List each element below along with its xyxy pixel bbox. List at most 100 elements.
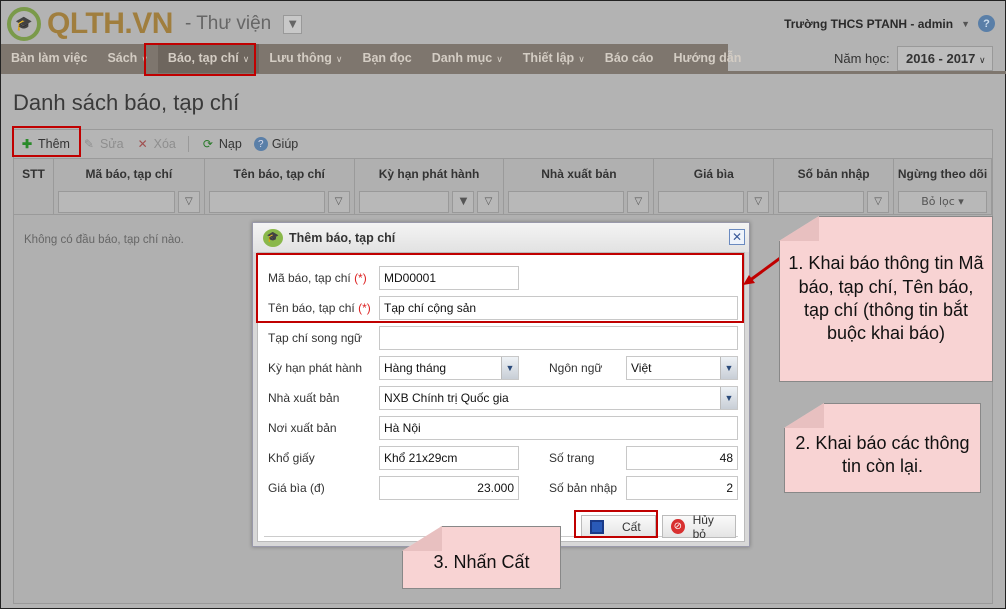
column-title: Tên báo, tạp chí	[233, 167, 325, 181]
user-name[interactable]: Trường THCS PTANH - admin	[784, 17, 953, 31]
publisher-select[interactable]: NXB Chính trị Quốc gia ▼	[379, 386, 738, 410]
pages-input[interactable]: 48	[626, 446, 738, 470]
nav-item[interactable]: Thiết lập ∨	[513, 44, 595, 73]
nav-item[interactable]: Bàn làm việc	[1, 44, 97, 73]
filter-input[interactable]	[658, 191, 745, 213]
nav-item-label: Sách	[107, 51, 138, 65]
user-menu[interactable]: Trường THCS PTANH - admin ▼ ?	[784, 15, 995, 32]
column-header[interactable]: Số bản nhập ▽	[774, 159, 895, 214]
nav-item-label: Lưu thông	[269, 51, 332, 65]
school-year-label: Năm học:	[834, 51, 890, 66]
filter-dropdown[interactable]: Bỏ lọc ▾	[898, 191, 987, 213]
reload-button[interactable]: ⟳ Nạp	[201, 137, 242, 151]
column-title: Mã báo, tạp chí	[85, 167, 173, 181]
filter-input[interactable]	[508, 191, 625, 213]
language-label: Ngôn ngữ	[549, 361, 603, 375]
close-icon[interactable]: ✕	[729, 229, 745, 245]
help-icon[interactable]: ?	[978, 15, 995, 32]
delete-icon: ✕	[137, 137, 148, 151]
filter-icon[interactable]: ▽	[747, 191, 770, 213]
nav-item[interactable]: Hướng dẫn	[663, 44, 751, 73]
chevron-down-icon: ∨	[496, 54, 503, 64]
column-title: Kỳ hạn phát hành	[378, 167, 480, 181]
nav-item-label: Bàn làm việc	[11, 51, 88, 65]
filter-input[interactable]	[57, 191, 175, 213]
size-label: Khổ giấy	[268, 451, 315, 465]
caret-down-icon[interactable]: ▼	[961, 19, 970, 29]
filter-input[interactable]	[208, 191, 325, 213]
bilingual-input[interactable]	[379, 326, 738, 350]
cancel-icon: ⊘	[671, 519, 685, 534]
column-header[interactable]: Kỳ hạn phát hành ▼ ▽	[355, 159, 505, 214]
size-input[interactable]: Khổ 21x29cm	[379, 446, 519, 470]
pages-label: Số trang	[549, 451, 595, 465]
delete-button[interactable]: ✕ Xóa	[136, 137, 176, 151]
cancel-button[interactable]: ⊘ Hủy bỏ	[662, 512, 736, 541]
toolbar-divider	[187, 136, 189, 152]
grid-header: STT Mã báo, tạp chí ▽ Tên báo, tạp chí ▽ Kỳ h…	[14, 159, 992, 215]
highlight-save	[574, 510, 658, 538]
column-header[interactable]: Mã báo, tạp chí ▽	[54, 159, 205, 214]
cancel-label: Hủy bỏ	[692, 512, 714, 541]
nav-item-label: Hướng dẫn	[673, 51, 742, 65]
chevron-down-icon[interactable]: ▼	[720, 357, 737, 379]
column-header[interactable]: Ngừng theo dõi Bỏ lọc ▾	[894, 159, 992, 214]
column-filter: Bỏ lọc ▾	[898, 191, 987, 213]
column-filter: ▽	[208, 191, 350, 213]
period-select[interactable]: Hàng tháng ▼	[379, 356, 519, 380]
place-label: Nơi xuất bản	[268, 421, 337, 435]
help-icon: ?	[253, 137, 268, 151]
column-title: Giá bìa	[693, 167, 734, 181]
main-nav: Bàn làm việc Sách ∨ Báo, tạp chí ∨ Lưu thông ∨…	[1, 44, 741, 73]
column-title: Số bản nhập	[797, 167, 870, 181]
nav-item-label: Báo cáo	[604, 51, 654, 65]
filter-icon[interactable]: ▽	[477, 191, 500, 213]
grid-toolbar: ✚ Thêm ✎ Sửa ✕ Xóa ⟳ Nạp ? Giúp	[14, 130, 992, 159]
column-filter: ▽	[508, 191, 650, 213]
school-year-select[interactable]: 2016 - 2017 ∨	[897, 46, 993, 71]
language-select[interactable]: Việt ▼	[626, 356, 738, 380]
copies-label: Số bản nhập	[549, 481, 618, 495]
nav-item[interactable]: Báo cáo	[595, 44, 664, 73]
column-header[interactable]: STT	[14, 159, 54, 214]
nav-item[interactable]: Bạn đọc	[352, 44, 421, 73]
dialog-titlebar: 🎓 Thêm báo, tạp chí	[253, 223, 749, 252]
reload-label: Nạp	[218, 137, 242, 151]
column-filter: ▽	[658, 191, 770, 213]
filter-icon[interactable]: ▽	[177, 191, 200, 213]
chevron-down-icon[interactable]: ▼	[720, 387, 737, 409]
price-input[interactable]: 23.000	[379, 476, 519, 500]
filter-icon[interactable]: ▽	[867, 191, 890, 213]
publisher-label: Nhà xuất bản	[268, 391, 340, 405]
page-title: Danh sách báo, tạp chí	[13, 90, 240, 115]
app-switcher-dropdown[interactable]: ▼	[283, 14, 303, 34]
column-title: Nhà xuất bản	[541, 167, 617, 181]
filter-input[interactable]	[778, 191, 865, 213]
app-logo[interactable]: 🎓 QLTH.VN - Thư viện ▼	[7, 7, 303, 41]
edit-label: Sửa	[99, 137, 124, 151]
place-input[interactable]: Hà Nội	[379, 416, 738, 440]
filter-input[interactable]	[358, 191, 450, 213]
column-header[interactable]: Tên báo, tạp chí ▽	[205, 159, 355, 214]
column-title: STT	[22, 167, 45, 181]
column-header[interactable]: Nhà xuất bản ▽	[504, 159, 655, 214]
edit-button[interactable]: ✎ Sửa	[82, 137, 124, 151]
help-button[interactable]: ? Giúp	[253, 137, 298, 151]
chevron-down-icon: ∨	[335, 54, 343, 64]
nav-item[interactable]: Danh mục ∨	[422, 44, 513, 73]
column-filter: ▽	[778, 191, 890, 213]
filter-icon[interactable]: ▽	[627, 191, 650, 213]
period-label: Kỳ hạn phát hành	[268, 361, 363, 375]
chevron-down-icon: ∨	[578, 54, 585, 64]
highlight-nav	[144, 43, 256, 76]
chevron-down-icon[interactable]: ▼	[501, 357, 518, 379]
school-year-value: 2016 - 2017	[906, 51, 976, 66]
chevron-down-icon[interactable]: ▼	[452, 191, 475, 213]
copies-input[interactable]: 2	[626, 476, 738, 500]
filter-icon[interactable]: ▽	[327, 191, 350, 213]
column-filter: ▼ ▽	[358, 191, 500, 213]
nav-item[interactable]: Lưu thông ∨	[259, 44, 352, 73]
price-label: Giá bìa (đ)	[268, 481, 325, 495]
column-header[interactable]: Giá bìa ▽	[654, 159, 775, 214]
graduation-cap-icon: 🎓	[7, 7, 41, 41]
